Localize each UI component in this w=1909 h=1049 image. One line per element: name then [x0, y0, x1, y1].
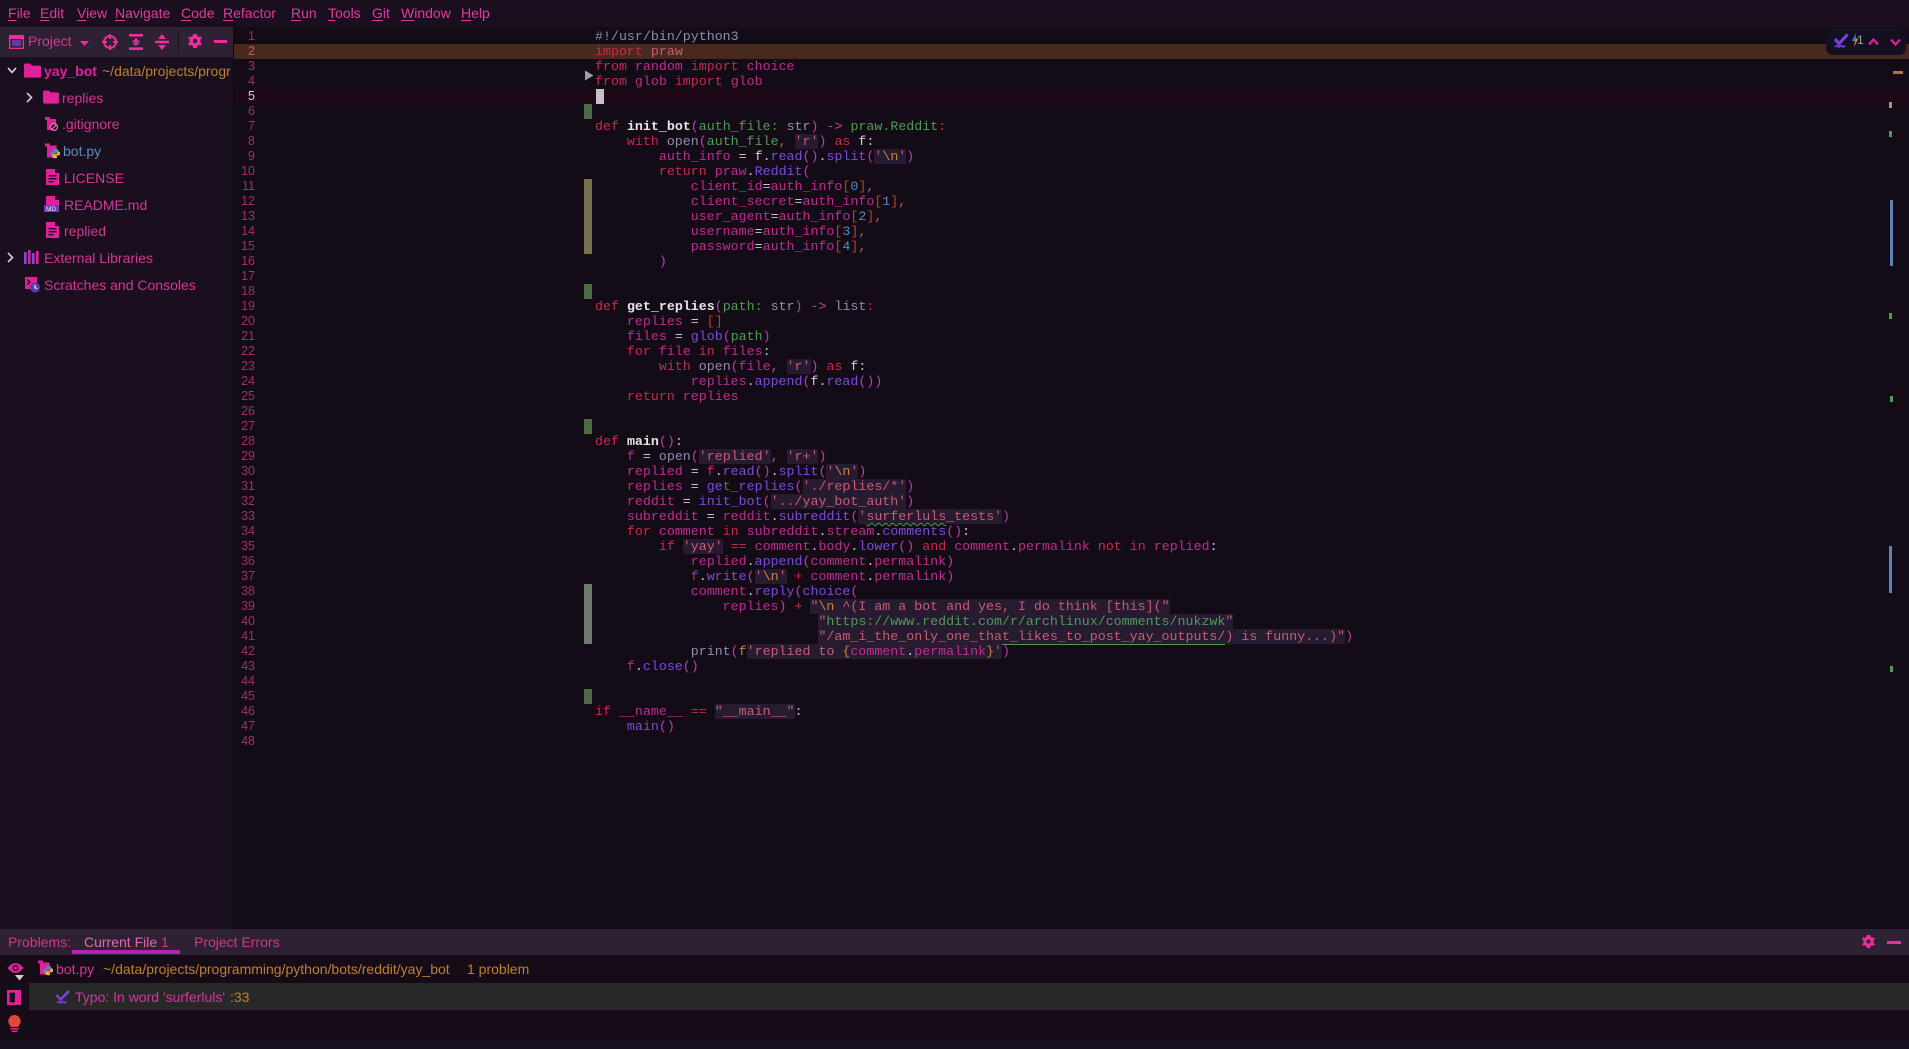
- svg-text:MD: MD: [46, 206, 56, 212]
